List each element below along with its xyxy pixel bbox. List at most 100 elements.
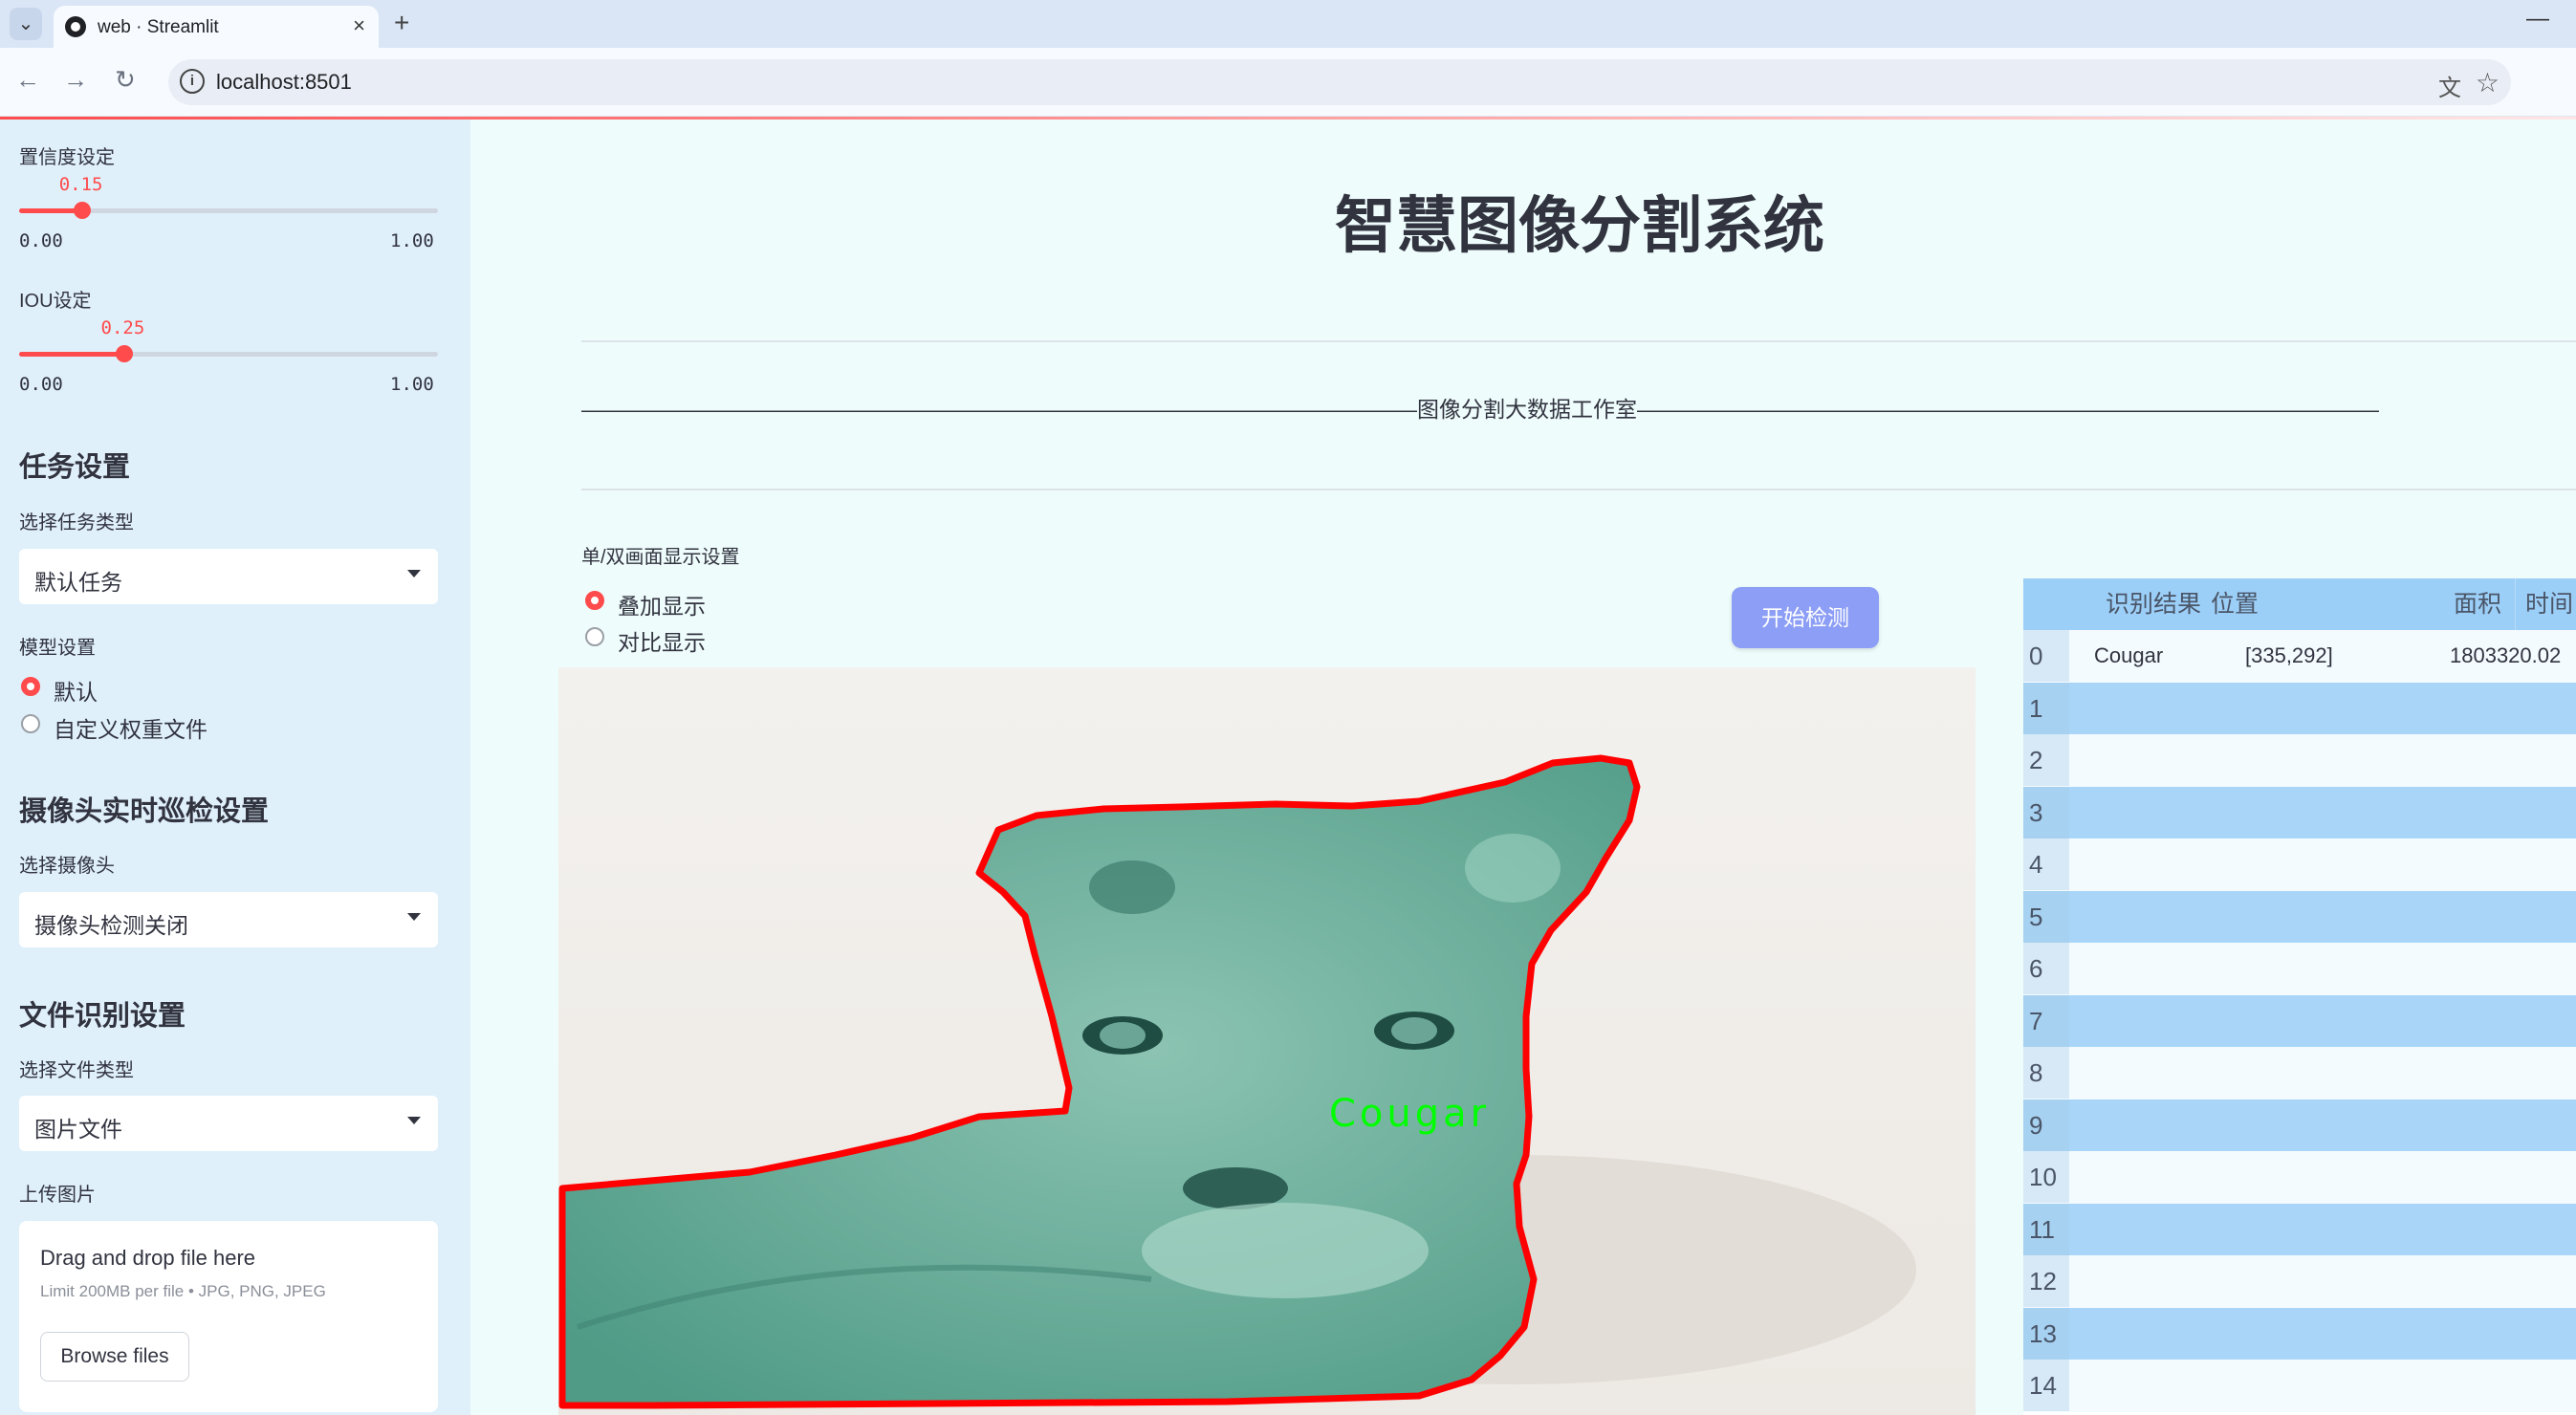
new-tab-plus-icon[interactable]: + bbox=[394, 8, 409, 38]
sidebar: 置信度设定 0.15 0.00 1.00 IOU设定 0.25 0.00 1.0… bbox=[0, 120, 470, 1415]
row-result bbox=[2094, 838, 2201, 890]
iou-value: 0.25 bbox=[100, 317, 145, 338]
table-row[interactable]: 6 bbox=[2023, 943, 2576, 995]
site-info-icon[interactable]: i bbox=[180, 69, 205, 94]
row-position bbox=[2245, 838, 2444, 890]
row-area: 1803320.02 bbox=[2450, 643, 2562, 667]
row-index: 6 bbox=[2023, 943, 2069, 994]
table-row[interactable]: 7 bbox=[2023, 994, 2576, 1047]
reload-icon[interactable]: ↻ bbox=[115, 65, 136, 95]
row-area bbox=[2450, 891, 2576, 943]
file-type-select[interactable]: 图片文件 bbox=[19, 1096, 438, 1151]
row-index: 9 bbox=[2023, 1099, 2069, 1151]
row-area bbox=[2450, 683, 2576, 734]
bookmark-star-icon[interactable]: ☆ bbox=[2476, 67, 2500, 98]
camera-label: 选择摄像头 bbox=[19, 856, 115, 877]
row-position bbox=[2245, 943, 2444, 994]
back-arrow-icon[interactable]: ← bbox=[15, 65, 40, 95]
camera-section-heading: 摄像头实时巡检设置 bbox=[19, 796, 270, 827]
table-row[interactable]: 11 bbox=[2023, 1203, 2576, 1255]
row-result bbox=[2094, 1099, 2201, 1151]
table-row[interactable]: 1 bbox=[2023, 682, 2576, 734]
confidence-label: 置信度设定 bbox=[19, 147, 115, 168]
streamlit-favicon-icon bbox=[65, 16, 86, 37]
model-option-default: 默认 bbox=[54, 680, 98, 705]
row-result: Cougar bbox=[2094, 643, 2164, 667]
address-url: localhost:8501 bbox=[216, 70, 352, 94]
forward-arrow-icon[interactable]: → bbox=[63, 65, 88, 95]
iou-slider[interactable] bbox=[19, 345, 438, 362]
segmentation-result-image: Cougar bbox=[558, 667, 1976, 1415]
radio-unselected-icon bbox=[21, 714, 40, 733]
iou-min: 0.00 bbox=[19, 374, 63, 395]
address-bar[interactable]: i localhost:8501 ⽂ ☆ bbox=[168, 59, 2511, 105]
row-index: 2 bbox=[2023, 734, 2069, 786]
row-area bbox=[2450, 1099, 2576, 1151]
table-row[interactable]: 8 bbox=[2023, 1047, 2576, 1099]
chevron-down-icon bbox=[407, 1117, 421, 1124]
row-area bbox=[2450, 1255, 2576, 1307]
results-table[interactable]: 识别结果 位置 面积 时间 0 Cougar [335,292] 1803320.02… bbox=[2023, 578, 2576, 1415]
task-type-select[interactable]: 默认任务 bbox=[19, 549, 438, 604]
row-result bbox=[2094, 734, 2201, 786]
confidence-slider-thumb[interactable] bbox=[73, 202, 91, 219]
row-position bbox=[2245, 1360, 2444, 1411]
row-position bbox=[2245, 1099, 2444, 1151]
table-row[interactable]: 3 bbox=[2023, 786, 2576, 838]
row-area bbox=[2450, 1047, 2576, 1099]
row-index: 0 bbox=[2023, 630, 2069, 682]
table-row[interactable]: 14 bbox=[2023, 1360, 2576, 1412]
detection-label: Cougar bbox=[1329, 1092, 1490, 1136]
row-area bbox=[2450, 838, 2576, 890]
confidence-slider[interactable] bbox=[19, 202, 438, 219]
iou-slider-thumb[interactable] bbox=[115, 345, 133, 362]
row-position bbox=[2245, 683, 2444, 734]
table-row[interactable]: 10 bbox=[2023, 1151, 2576, 1204]
confidence-slider-fill bbox=[19, 208, 82, 213]
cougar-muzzle bbox=[1142, 1203, 1429, 1298]
window-minimize-icon[interactable]: — bbox=[2526, 6, 2549, 33]
start-detection-button[interactable]: 开始检测 bbox=[1732, 587, 1879, 648]
cougar-right-iris bbox=[1391, 1017, 1437, 1044]
display-option-overlay: 叠加显示 bbox=[618, 594, 706, 619]
file-uploader-dropzone[interactable]: Drag and drop file here Limit 200MB per … bbox=[19, 1221, 438, 1412]
browse-files-button[interactable]: Browse files bbox=[40, 1332, 189, 1382]
radio-selected-icon bbox=[585, 591, 604, 610]
row-index: 10 bbox=[2023, 1151, 2069, 1203]
translate-icon[interactable]: ⽂ bbox=[2438, 69, 2461, 102]
table-header-time: 时间 bbox=[2515, 578, 2576, 630]
row-position bbox=[2245, 1308, 2444, 1360]
iou-max: 1.00 bbox=[390, 374, 434, 395]
row-area bbox=[2450, 787, 2576, 838]
file-type-label: 选择文件类型 bbox=[19, 1060, 134, 1081]
tab-title: web · Streamlit bbox=[98, 17, 219, 37]
chevron-down-icon bbox=[407, 913, 421, 921]
upload-label: 上传图片 bbox=[19, 1185, 96, 1206]
table-header-result: 识别结果 bbox=[2069, 578, 2201, 630]
display-option-compare: 对比显示 bbox=[618, 630, 706, 655]
table-row[interactable]: 9 bbox=[2023, 1099, 2576, 1151]
table-row[interactable]: 5 bbox=[2023, 890, 2576, 943]
browser-tab[interactable]: web · Streamlit × bbox=[54, 6, 379, 48]
row-area bbox=[2450, 1308, 2576, 1360]
row-position bbox=[2245, 891, 2444, 943]
table-row[interactable]: 13 bbox=[2023, 1307, 2576, 1360]
row-index: 3 bbox=[2023, 786, 2069, 838]
table-row[interactable]: 12 bbox=[2023, 1255, 2576, 1308]
task-section-heading: 任务设置 bbox=[19, 452, 131, 483]
table-row[interactable]: 2 bbox=[2023, 734, 2576, 787]
tab-search-chevron-icon[interactable]: ⌄ bbox=[10, 8, 42, 40]
row-result bbox=[2094, 1360, 2201, 1411]
model-option-custom: 自定义权重文件 bbox=[54, 717, 207, 742]
iou-slider-fill bbox=[19, 352, 124, 357]
camera-select[interactable]: 摄像头检测关闭 bbox=[19, 892, 438, 947]
task-type-label: 选择任务类型 bbox=[19, 512, 134, 533]
studio-banner: ——————————————————————————————————————图像… bbox=[581, 397, 2379, 422]
tab-close-icon[interactable]: × bbox=[353, 13, 365, 38]
table-row[interactable]: 0 Cougar [335,292] 1803320.02 bbox=[2023, 630, 2576, 683]
radio-selected-icon bbox=[21, 677, 40, 696]
table-row[interactable]: 4 bbox=[2023, 838, 2576, 891]
row-area bbox=[2450, 943, 2576, 994]
row-result bbox=[2094, 1308, 2201, 1360]
table-header-area: 面积 bbox=[2444, 578, 2515, 630]
